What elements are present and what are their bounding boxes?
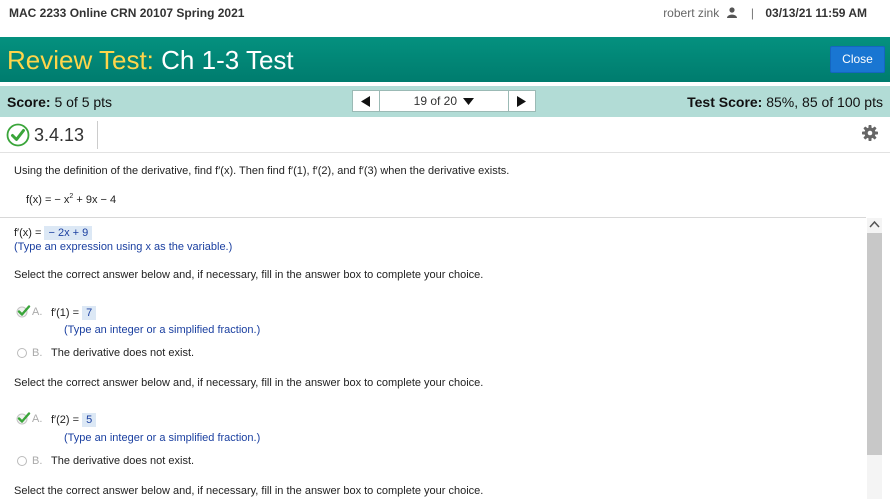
part3-hint: (Type an integer or a simplified fractio… xyxy=(64,432,261,444)
header-separator: | xyxy=(750,6,755,20)
instruction-part4: Select the correct answer below and, if … xyxy=(14,485,484,497)
page-title: Review Test: Ch 1-3 Test xyxy=(7,45,294,76)
triangle-down-icon xyxy=(463,98,475,106)
next-question-button[interactable] xyxy=(508,90,536,112)
previous-question-button[interactable] xyxy=(352,90,380,112)
part2-option-a: f′(1) = 7 xyxy=(51,306,97,320)
part1-answer-line: f′(x) = − 2x + 9 xyxy=(14,226,93,240)
close-button[interactable]: Close xyxy=(830,46,885,73)
part3-option-a-label: f′(2) = xyxy=(51,414,83,426)
part1-hint: (Type an expression using x as the varia… xyxy=(14,241,233,253)
part2-hint: (Type an integer or a simplified fractio… xyxy=(64,324,261,336)
part3-option-a-letter: A. xyxy=(32,413,43,425)
part2-option-a-letter: A. xyxy=(32,306,43,318)
instruction-part3: Select the correct answer below and, if … xyxy=(14,377,484,389)
triangle-left-icon xyxy=(361,96,370,107)
title-bar: Review Test: Ch 1-3 Test xyxy=(0,37,890,82)
part2-option-b-letter: B. xyxy=(32,347,43,359)
person-icon xyxy=(726,7,737,18)
title-prefix: Review Test: xyxy=(7,45,154,75)
test-title: Ch 1-3 Test xyxy=(161,45,294,75)
scrollbar-thumb[interactable] xyxy=(867,233,882,455)
part3-option-b-radio[interactable] xyxy=(17,456,27,466)
function-definition: f(x) = − x2 + 9x − 4 xyxy=(26,193,116,206)
part2-option-b-radio[interactable] xyxy=(17,348,27,358)
question-id: 3.4.13 xyxy=(34,125,85,145)
top-bar: MAC 2233 Online CRN 20107 Spring 2021 ro… xyxy=(0,0,890,27)
header-divider xyxy=(97,121,98,149)
part1-answer-box[interactable]: − 2x + 9 xyxy=(44,226,93,240)
question-selector[interactable]: 19 of 20 xyxy=(379,90,509,112)
test-score-label: Test Score: xyxy=(687,94,763,110)
function-rhs: + 9x − 4 xyxy=(73,194,117,206)
selected-correct-radio-icon[interactable] xyxy=(16,412,31,425)
question-prompt: Using the definition of the derivative, … xyxy=(14,165,510,177)
instruction-part2: Select the correct answer below and, if … xyxy=(14,269,484,281)
part3-answer-box[interactable]: 5 xyxy=(82,413,97,427)
score-label: Score: xyxy=(7,94,51,110)
part3-option-b-letter: B. xyxy=(32,455,43,467)
test-score: Test Score: 85%, 85 of 100 pts xyxy=(687,94,883,110)
scroll-up-arrow-icon[interactable] xyxy=(869,220,880,228)
part2-answer-box[interactable]: 7 xyxy=(82,306,97,320)
test-score-value: 85%, 85 of 100 pts xyxy=(766,94,883,110)
question-position: 19 of 20 xyxy=(413,94,458,108)
check-circle-icon xyxy=(6,123,30,147)
user-info: robert zink | 03/13/21 11:59 AM xyxy=(663,6,867,20)
part2-option-a-label: f′(1) = xyxy=(51,307,83,319)
question-score: Score: 5 of 5 pts xyxy=(7,94,112,110)
part1-label: f′(x) = xyxy=(14,227,45,239)
score-bar: Score: 5 of 5 pts 19 of 20 Test Score: 8… xyxy=(0,86,890,117)
course-name: MAC 2233 Online CRN 20107 Spring 2021 xyxy=(9,6,245,20)
triangle-right-icon xyxy=(517,96,526,107)
part3-option-b-label: The derivative does not exist. xyxy=(51,455,195,467)
part2-option-b-label: The derivative does not exist. xyxy=(51,347,195,359)
date-time: 03/13/21 11:59 AM xyxy=(765,6,867,20)
function-lhs: f(x) = − x xyxy=(26,194,70,206)
user-name[interactable]: robert zink xyxy=(663,6,719,20)
part3-option-a: f′(2) = 5 xyxy=(51,413,97,427)
selected-correct-radio-icon[interactable] xyxy=(16,305,31,318)
score-value: 5 of 5 pts xyxy=(54,94,113,110)
question-header: 3.4.13 xyxy=(0,117,890,153)
section-divider xyxy=(0,217,866,218)
gear-icon[interactable] xyxy=(862,125,878,141)
